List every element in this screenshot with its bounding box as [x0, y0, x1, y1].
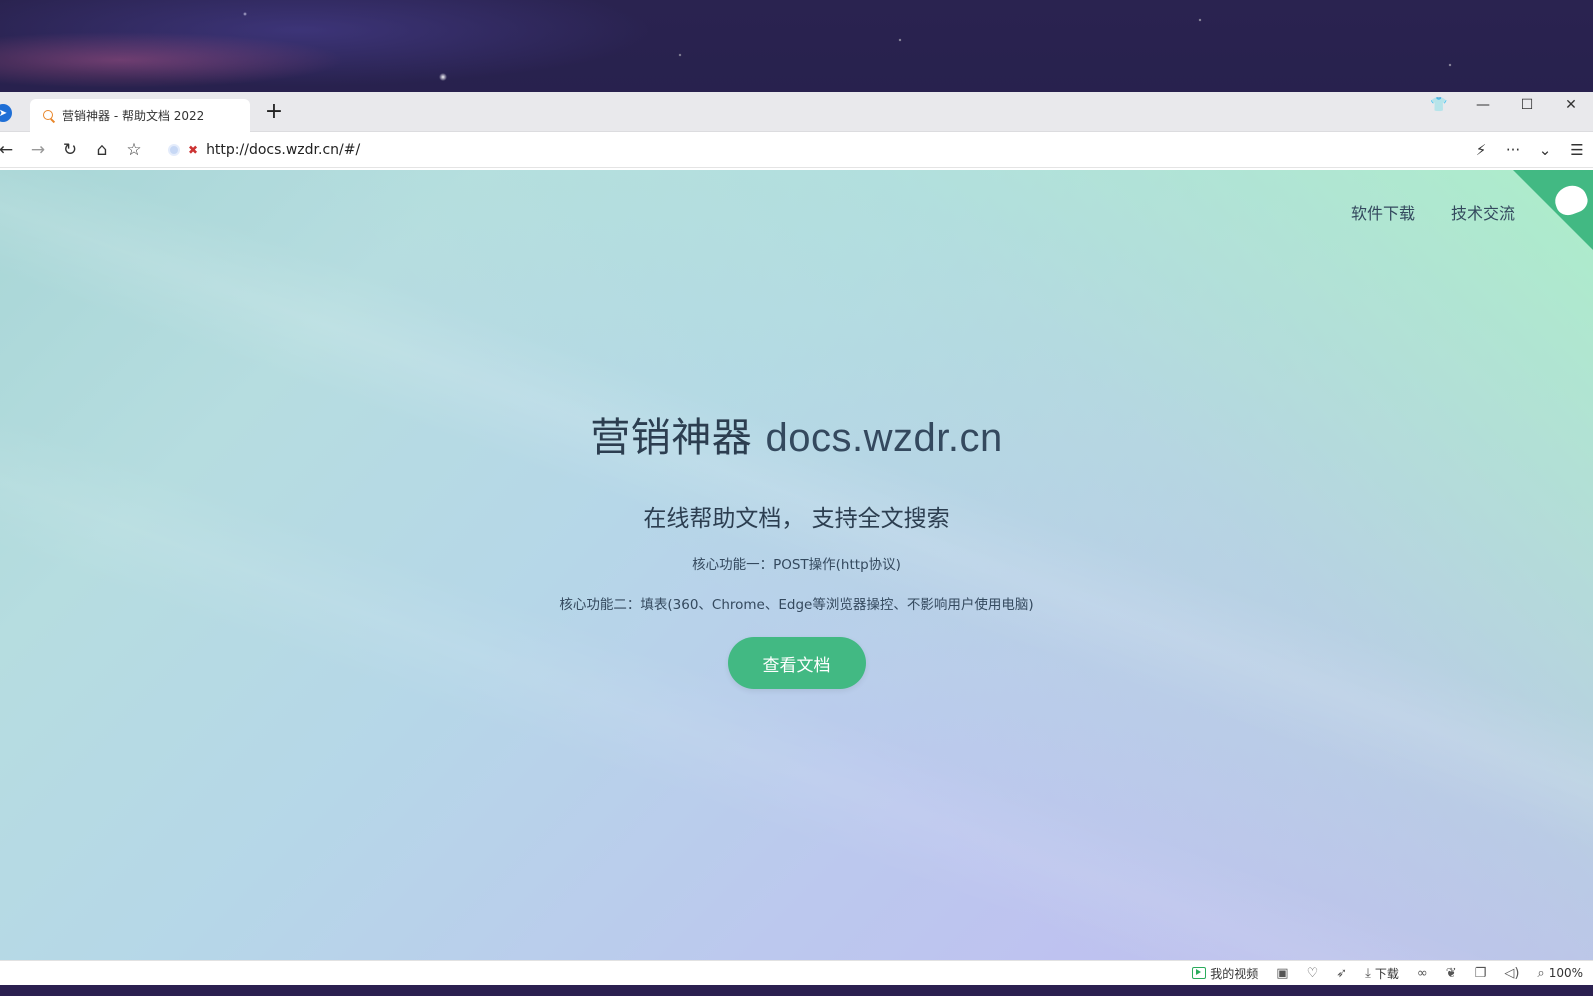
nav-software-download[interactable]: 软件下载	[1351, 200, 1415, 224]
menu-icon[interactable]: ☰	[1561, 138, 1593, 162]
page-viewport: 软件下载 技术交流 营销神器 docs.wzdr.cn 在线帮助文档， 支持全文…	[0, 170, 1593, 960]
view-docs-button[interactable]: 查看文档	[727, 637, 866, 689]
speaker-icon[interactable]: ◁)	[1504, 966, 1519, 981]
favorites-button[interactable]: ☆	[122, 138, 146, 162]
my-video-label: 我的视频	[1210, 966, 1259, 981]
nav-tech-exchange[interactable]: 技术交流	[1451, 200, 1515, 224]
telegram-icon[interactable]: ➤	[0, 104, 12, 122]
browser-window: ➤ 营销神器 - 帮助文档 2022 + 👕 — ☐ ✕ ← → ↻ ⌂ ☆ ✖…	[0, 92, 1593, 985]
home-button[interactable]: ⌂	[90, 138, 114, 162]
download-icon: ⤓	[1365, 965, 1371, 981]
back-button[interactable]: ←	[0, 138, 18, 162]
zoom-item[interactable]: ⌕ 100%	[1537, 966, 1583, 981]
reload-button[interactable]: ↻	[58, 138, 82, 162]
skin-icon[interactable]: 👕	[1417, 97, 1461, 113]
address-bar[interactable]: ✖ http://docs.wzdr.cn/#/	[158, 136, 1483, 164]
forward-button[interactable]: →	[26, 138, 50, 162]
page-top-nav: 软件下载 技术交流	[1351, 200, 1515, 224]
feature-two: 核心功能二：填表(360、Chrome、Edge等浏览器操控、不影响用户使用电脑…	[559, 597, 1034, 613]
window-icon[interactable]: ❐	[1475, 966, 1487, 981]
title-site: docs.wzdr.cn	[765, 416, 1003, 460]
toolbar-right: ⚡ ··· ⌄ ☰	[1465, 138, 1593, 162]
insecure-lock-icon[interactable]: ✖	[188, 143, 198, 157]
download-item[interactable]: ⤓ 下载	[1365, 965, 1399, 982]
heart-icon[interactable]: ♡	[1307, 966, 1319, 981]
rocket-icon[interactable]: ➶	[1336, 966, 1347, 981]
zoom-level: 100%	[1548, 966, 1583, 980]
cover-hero: 营销神器 docs.wzdr.cn 在线帮助文档， 支持全文搜索 核心功能一：P…	[0, 170, 1593, 960]
close-button[interactable]: ✕	[1549, 97, 1593, 113]
minimize-button[interactable]: —	[1461, 97, 1505, 113]
download-label: 下载	[1374, 966, 1399, 981]
status-bar: 我的视频 ▣ ♡ ➶ ⤓ 下载 ∞ ❦ ❐ ◁) ⌕ 100%	[0, 960, 1593, 985]
new-tab-button[interactable]: +	[262, 100, 286, 124]
site-info-icon[interactable]	[168, 144, 180, 156]
my-video-item[interactable]: 我的视频	[1192, 965, 1258, 982]
title-cn: 营销神器	[590, 415, 753, 461]
window-controls: 👕 — ☐ ✕	[1417, 92, 1593, 118]
glasses-icon[interactable]: ∞	[1417, 966, 1428, 981]
image-icon[interactable]: ▣	[1276, 966, 1288, 981]
maximize-button[interactable]: ☐	[1505, 97, 1549, 113]
video-icon	[1192, 967, 1207, 979]
github-corner[interactable]	[1513, 170, 1593, 250]
more-icon[interactable]: ···	[1497, 138, 1529, 162]
tab-title: 营销神器 - 帮助文档 2022	[62, 109, 205, 123]
lightning-icon[interactable]: ⚡	[1465, 138, 1497, 162]
zoom-icon: ⌕	[1537, 965, 1545, 981]
url-text[interactable]: http://docs.wzdr.cn/#/	[206, 142, 360, 158]
leaf-icon[interactable]: ❦	[1446, 966, 1457, 981]
feature-one: 核心功能一：POST操作(http协议)	[692, 557, 901, 573]
chevron-down-icon[interactable]: ⌄	[1529, 138, 1561, 162]
tab-active[interactable]: 营销神器 - 帮助文档 2022	[30, 99, 250, 132]
hero-subtitle: 在线帮助文档， 支持全文搜索	[643, 506, 950, 532]
search-icon	[42, 109, 56, 123]
page-title: 营销神器 docs.wzdr.cn	[590, 405, 1002, 463]
tab-strip: ➤ 营销神器 - 帮助文档 2022 + 👕 — ☐ ✕	[0, 92, 1593, 132]
browser-toolbar: ← → ↻ ⌂ ☆ ✖ http://docs.wzdr.cn/#/ ⚡ ···…	[0, 132, 1593, 168]
